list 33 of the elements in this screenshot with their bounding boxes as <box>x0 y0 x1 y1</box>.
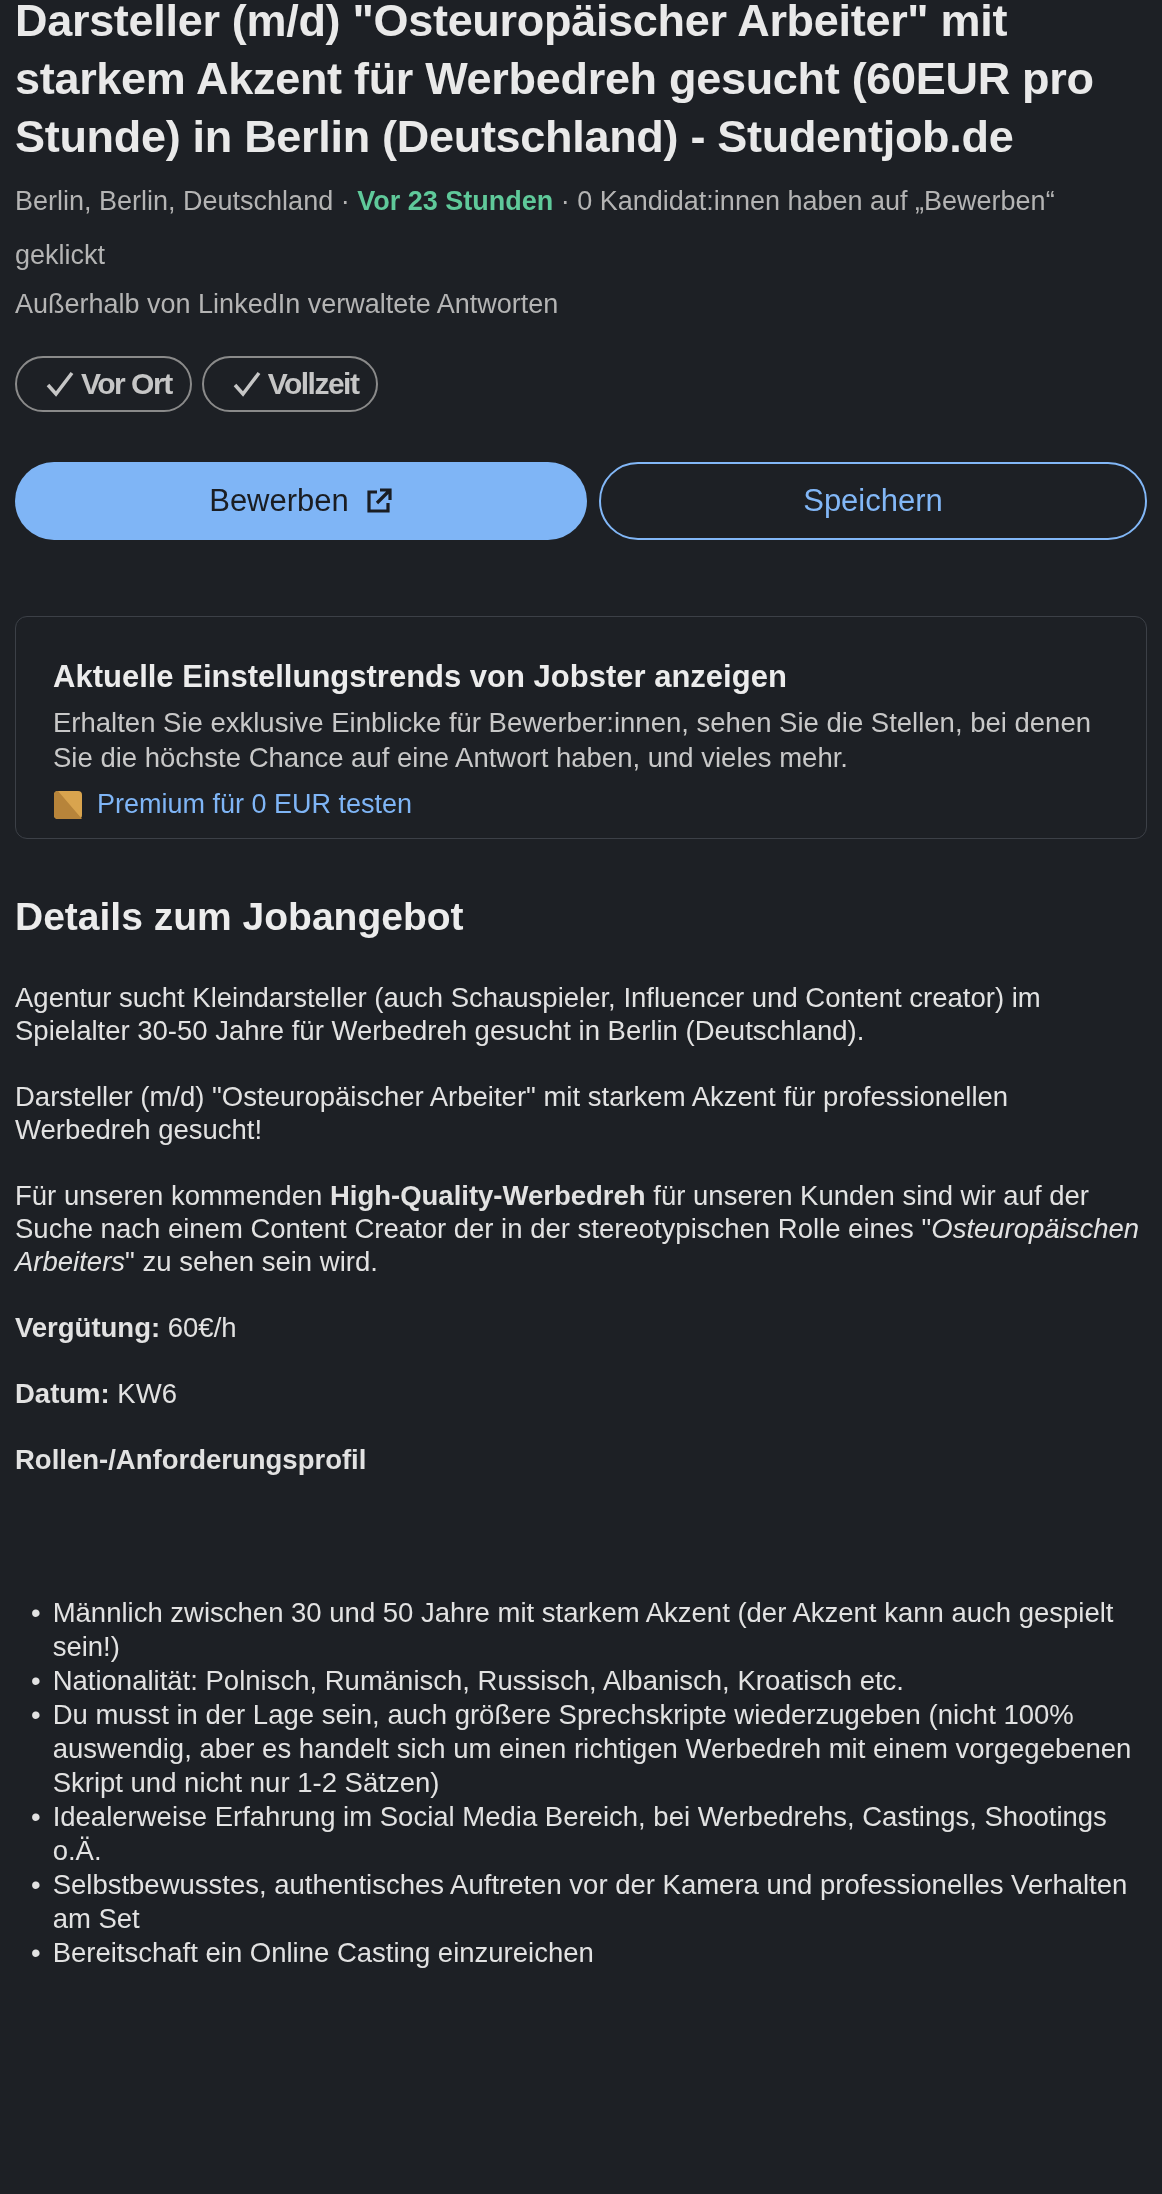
bullet: • <box>31 1664 41 1698</box>
paragraph: Darsteller (m/d) "Osteuropäischer Arbeiter" mit starkem Akzent für professionellen Werbedreh gesucht! <box>15 1080 1010 1146</box>
bullet: • <box>31 1936 41 1970</box>
bullet: • <box>31 1596 41 1630</box>
checkmark-icon <box>45 370 75 398</box>
paragraph: Datum: KW6 <box>15 1377 178 1410</box>
list-item-text: Bereitschaft ein Online Casting einzureichen <box>52 1936 594 1970</box>
paragraph: Agentur sucht Kleindarsteller (auch Schauspieler, Influencer und Content creator) im Spielalter 30-50 Jahre für Werbedreh gesucht in Berlin (Deutschland). <box>15 981 1042 1047</box>
bullet: • <box>31 1868 41 1902</box>
premium-icon <box>53 789 83 820</box>
save-button[interactable]: Speichern <box>599 462 1147 540</box>
checkmark-icon <box>231 370 262 398</box>
apply-button[interactable]: Bewerben <box>15 462 587 540</box>
paragraph: Für unseren kommenden High-Quality-Werbedreh für unseren Kunden sind wir auf der Suche nach einem Content Creator der in der stereotypischen Rolle eines "Osteuropäischen Arbeiters" zu sehen sein wird. <box>15 1179 1141 1278</box>
subheading: Rollen-/Anforderungsprofil <box>15 1443 368 1476</box>
job-title: Darsteller (m/d) "Osteuropäischer Arbeiter" mit starkem Akzent für Werbedreh gesucht (60EUR pro Stunde) in Berlin (Deutschland) - Studentjob.de <box>15 0 1095 164</box>
list-item-text: Selbstbewusstes, authentisches Auftreten vor der Kamera und professionelles Verhalten am Set <box>52 1868 1129 1936</box>
job-type-chip[interactable]: Vollzeit <box>201 356 379 412</box>
bullet: • <box>31 1800 41 1834</box>
card-text: Erhalten Sie exklusive Einblicke für Bewerber:innen, sehen Sie die Stellen, bei denen Sie die höchste Chance auf eine Antwort haben, und vieles mehr. <box>53 706 1092 775</box>
premium-link[interactable]: Premium für 0 EUR testen <box>97 789 413 820</box>
list-item-text: Du musst in der Lage sein, auch größere Sprechskripte wiederzugeben (nicht 100% auswendig, aber es handelt sich um einen richtigen Werbedreh mit einem vorgegebenen Skript und nicht nur 1-2 Sätzen) <box>52 1698 1133 1800</box>
list-item-text: Männlich zwischen 30 und 50 Jahre mit starkem Akzent (der Akzent kann auch gespielt sein!) <box>52 1596 1115 1664</box>
card-title: Aktuelle Einstellungstrends von Jobster anzeigen <box>53 659 788 695</box>
bullet: • <box>31 1698 41 1732</box>
paragraph: Vergütung: 60€/h <box>15 1311 238 1344</box>
response-note: Außerhalb von LinkedIn verwaltete Antworten <box>15 288 560 321</box>
list-item-text: Idealerweise Erfahrung im Social Media Bereich, bei Werbedrehs, Castings, Shootings o.Ä. <box>52 1800 1108 1868</box>
section-heading: Details zum Jobangebot <box>15 895 465 939</box>
external-link-icon <box>364 487 393 515</box>
job-type-chip[interactable]: Vor Ort <box>15 356 192 412</box>
list-item-text: Nationalität: Polnisch, Rumänisch, Russisch, Albanisch, Kroatisch etc. <box>52 1664 904 1698</box>
job-meta: Berlin, Berlin, Deutschland · Vor 23 Stunden · 0 Kandidat:innen haben auf „Bewerben“ geklickt <box>15 185 1056 272</box>
